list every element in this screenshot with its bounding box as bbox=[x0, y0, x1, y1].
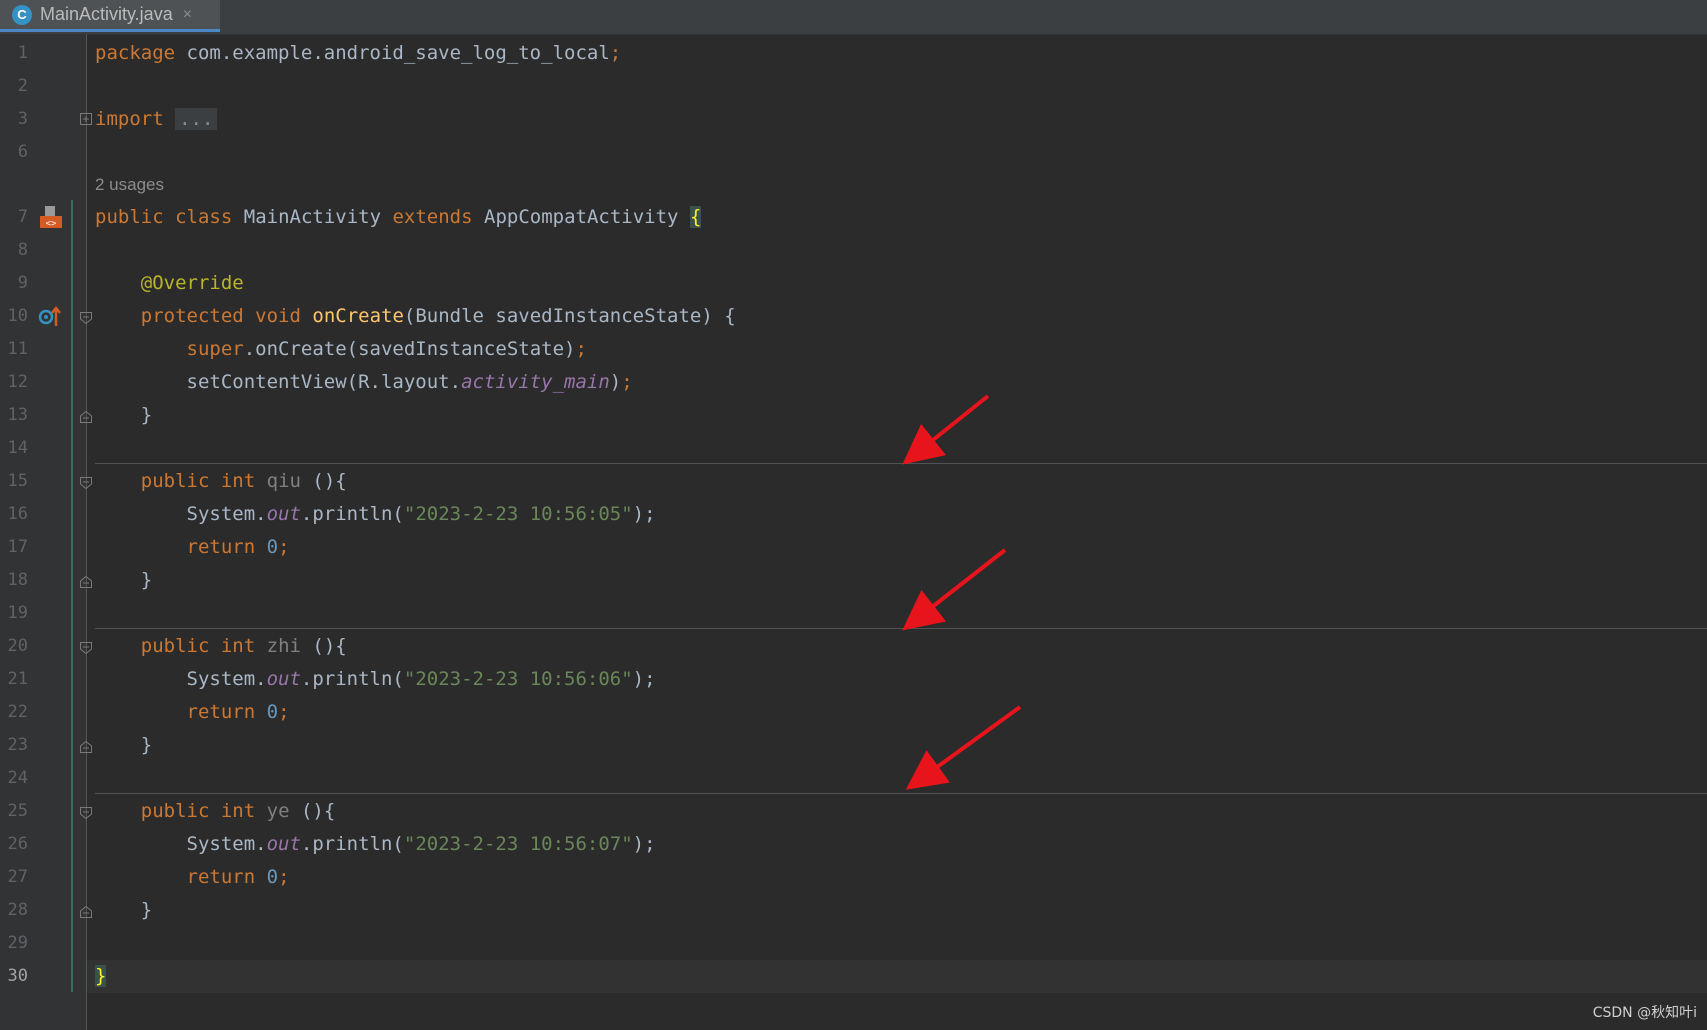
code-text[interactable]: return 0; bbox=[95, 696, 290, 729]
line-number: 1 bbox=[17, 43, 28, 63]
code-line[interactable]: 25 public int ye (){ bbox=[0, 795, 1707, 828]
code-line[interactable]: 11 super.onCreate(savedInstanceState); bbox=[0, 333, 1707, 366]
code-text[interactable]: public class MainActivity extends AppCom… bbox=[95, 201, 702, 234]
line-number: 22 bbox=[7, 702, 28, 722]
code-line[interactable]: 7 public class MainActivity extends AppC… bbox=[0, 201, 1707, 234]
code-line[interactable]: 18 } bbox=[0, 564, 1707, 597]
code-text[interactable]: } bbox=[95, 564, 152, 597]
code-line-current[interactable]: 30 } bbox=[0, 960, 1707, 993]
line-number: 13 bbox=[7, 405, 28, 425]
code-text[interactable]: } bbox=[95, 960, 107, 993]
line-number: 7 bbox=[17, 207, 28, 227]
code-line[interactable]: 13 } bbox=[0, 399, 1707, 432]
line-number: 20 bbox=[7, 636, 28, 656]
line-number: 14 bbox=[7, 438, 28, 458]
code-line[interactable]: 15 public int qiu (){ bbox=[0, 465, 1707, 498]
code-text[interactable]: public int qiu (){ bbox=[95, 465, 347, 498]
code-text[interactable]: } bbox=[95, 894, 152, 927]
code-line[interactable]: 12 setContentView(R.layout.activity_main… bbox=[0, 366, 1707, 399]
code-line[interactable]: 21 System.out.println("2023-2-23 10:56:0… bbox=[0, 663, 1707, 696]
code-text[interactable]: setContentView(R.layout.activity_main); bbox=[95, 366, 633, 399]
line-number: 2 bbox=[17, 76, 28, 96]
line-number: 30 bbox=[7, 966, 28, 986]
code-text[interactable]: super.onCreate(savedInstanceState); bbox=[95, 333, 587, 366]
code-line[interactable]: 24 bbox=[0, 762, 1707, 795]
code-line[interactable]: 10 protected void onCreate(Bundle savedI… bbox=[0, 300, 1707, 333]
code-line[interactable]: 6 bbox=[0, 136, 1707, 169]
tab-main-activity[interactable]: C MainActivity.java × bbox=[0, 0, 220, 32]
code-text[interactable]: System.out.println("2023-2-23 10:56:07")… bbox=[95, 828, 656, 861]
line-number: 24 bbox=[7, 768, 28, 788]
tab-title: MainActivity.java bbox=[40, 4, 173, 24]
line-number: 17 bbox=[7, 537, 28, 557]
code-line[interactable]: 16 System.out.println("2023-2-23 10:56:0… bbox=[0, 498, 1707, 531]
code-text[interactable]: return 0; bbox=[95, 861, 290, 894]
code-line[interactable]: 28 } bbox=[0, 894, 1707, 927]
code-line[interactable]: 19 bbox=[0, 597, 1707, 630]
line-number: 6 bbox=[17, 142, 28, 162]
line-number: 27 bbox=[7, 867, 28, 887]
line-number: 8 bbox=[17, 240, 28, 260]
watermark: CSDN @秋知叶i bbox=[1592, 1005, 1697, 1021]
code-line[interactable]: 20 public int zhi (){ bbox=[0, 630, 1707, 663]
code-line[interactable]: 3 import ... bbox=[0, 103, 1707, 136]
code-text[interactable]: return 0; bbox=[95, 531, 290, 564]
usages-hint[interactable]: 2 usages bbox=[95, 170, 164, 200]
line-number: 12 bbox=[7, 372, 28, 392]
code-line[interactable]: 29 bbox=[0, 927, 1707, 960]
line-number: 9 bbox=[17, 273, 28, 293]
code-text[interactable]: public int zhi (){ bbox=[95, 630, 347, 663]
line-number: 19 bbox=[7, 603, 28, 623]
code-text[interactable]: public int ye (){ bbox=[95, 795, 336, 828]
code-line[interactable]: 9 @Override bbox=[0, 267, 1707, 300]
code-text[interactable]: System.out.println("2023-2-23 10:56:05")… bbox=[95, 498, 656, 531]
code-line[interactable]: 8 bbox=[0, 234, 1707, 267]
code-line[interactable]: 26 System.out.println("2023-2-23 10:56:0… bbox=[0, 828, 1707, 861]
code-text[interactable]: } bbox=[95, 729, 152, 762]
code-text[interactable]: System.out.println("2023-2-23 10:56:06")… bbox=[95, 663, 656, 696]
line-number: 21 bbox=[7, 669, 28, 689]
code-line[interactable]: 22 return 0; bbox=[0, 696, 1707, 729]
editor-tab-bar: C MainActivity.java × bbox=[0, 0, 1707, 35]
line-number: 10 bbox=[7, 306, 28, 326]
code-text[interactable]: @Override bbox=[95, 267, 244, 300]
code-line[interactable]: 23 } bbox=[0, 729, 1707, 762]
line-number: 16 bbox=[7, 504, 28, 524]
line-number: 26 bbox=[7, 834, 28, 854]
code-text[interactable]: } bbox=[95, 399, 152, 432]
line-number: 23 bbox=[7, 735, 28, 755]
code-line[interactable]: 1 package com.example.android_save_log_t… bbox=[0, 37, 1707, 70]
line-number: 11 bbox=[7, 339, 28, 359]
line-number: 18 bbox=[7, 570, 28, 590]
line-number: 25 bbox=[7, 801, 28, 821]
code-text[interactable]: package com.example.android_save_log_to_… bbox=[95, 37, 621, 70]
code-text[interactable]: protected void onCreate(Bundle savedInst… bbox=[95, 300, 736, 333]
code-line[interactable]: 14 bbox=[0, 432, 1707, 465]
line-number: 15 bbox=[7, 471, 28, 491]
code-text[interactable]: import ... bbox=[95, 103, 218, 136]
line-number: 29 bbox=[7, 933, 28, 953]
code-line[interactable]: 17 return 0; bbox=[0, 531, 1707, 564]
folded-imports: ... bbox=[175, 108, 218, 130]
close-icon[interactable]: × bbox=[183, 6, 192, 24]
code-line[interactable]: 27 return 0; bbox=[0, 861, 1707, 894]
line-number: 28 bbox=[7, 900, 28, 920]
line-number: 3 bbox=[17, 109, 28, 129]
java-class-icon: C bbox=[12, 4, 32, 25]
code-line[interactable]: 2 bbox=[0, 70, 1707, 103]
